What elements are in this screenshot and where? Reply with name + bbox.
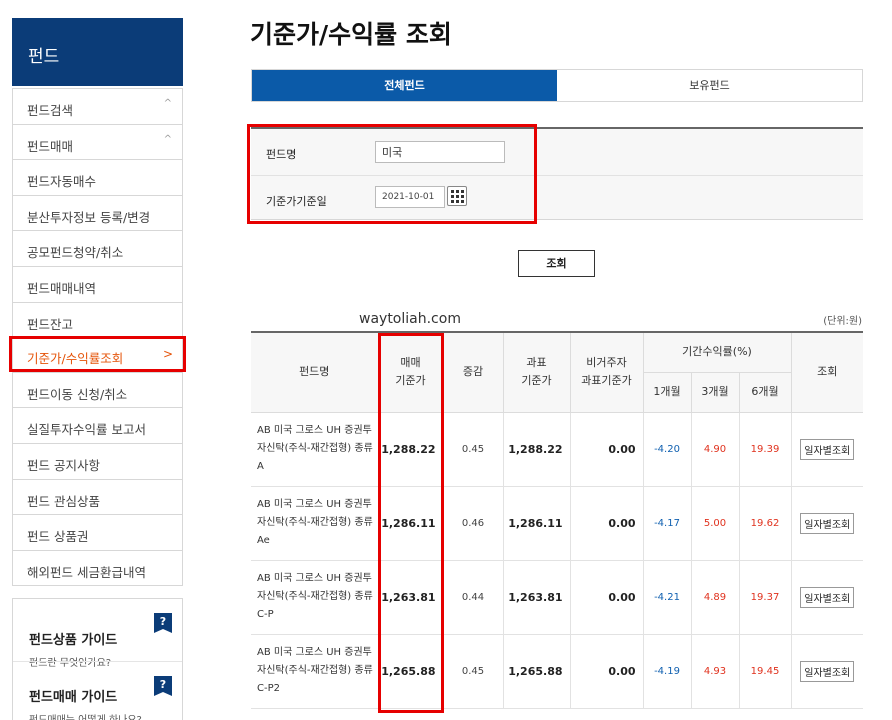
daily-lookup-button[interactable]: 일자별조회 (800, 586, 855, 608)
lookup-cell: 일자별조회 (790, 559, 863, 635)
sidebar-item-fund-search[interactable]: 펀드검색 ^ (13, 88, 182, 124)
sidebar-item-label: 펀드이동 신청/취소 (27, 386, 128, 402)
chevron-up-icon: ^ (163, 133, 172, 145)
col-header-change: 증감 (442, 331, 504, 413)
return-6m-cell: 19.39 (738, 411, 792, 487)
change-cell: 0.45 (442, 633, 504, 709)
return-6m-cell: 19.37 (738, 559, 792, 635)
change-cell: 0.46 (442, 485, 504, 561)
sidebar-item-public-subscription[interactable]: 공모펀드청약/취소 (13, 230, 182, 266)
fund-name-cell: AB 미국 그로스 UH 증권투자신탁(주식-재간접형) 종류 C-P2 (251, 633, 379, 709)
guide-fund-trade[interactable]: 펀드매매 가이드 펀드매매는 어떻게 하나요? ? (13, 661, 182, 720)
sidebar-item-trade-history[interactable]: 펀드매매내역 (13, 265, 182, 302)
nonresident-tax-price-cell: 0.00 (569, 485, 644, 561)
sidebar-item-label: 해외펀드 세금환급내역 (27, 564, 146, 580)
highlight-box-price-column (378, 333, 444, 713)
nonresident-tax-price-cell: 0.00 (569, 411, 644, 487)
tax-price-cell: 1,265.88 (502, 633, 571, 709)
change-cell: 0.45 (442, 411, 504, 487)
sidebar-item-label: 펀드자동매수 (27, 174, 97, 190)
lookup-cell: 일자별조회 (790, 485, 863, 561)
table-row: AB 미국 그로스 UH 증권투자신탁(주식-재간접형) 종류 A 1,288.… (251, 411, 863, 487)
fund-tabs: 전체펀드 보유펀드 (251, 69, 863, 102)
guide-subtitle: 펀드매매는 어떻게 하나요? (29, 711, 182, 720)
col-header-nonresident-tax-price: 비거주자 과표기준가 (569, 331, 644, 413)
return-1m-cell: -4.19 (642, 633, 692, 709)
sidebar-item-fund-trade[interactable]: 펀드매매 ^ (13, 123, 182, 160)
sidebar-item-label: 펀드잔고 (27, 316, 74, 332)
sidebar-item-fund-balance[interactable]: 펀드잔고 (13, 301, 182, 338)
daily-lookup-button[interactable]: 일자별조회 (800, 512, 855, 534)
return-1m-cell: -4.20 (642, 411, 692, 487)
tax-price-cell: 1,263.81 (502, 559, 571, 635)
col-header-6m: 6개월 (738, 371, 792, 413)
chevron-right-icon: > (162, 347, 173, 362)
return-6m-cell: 19.45 (738, 633, 792, 709)
guide-title: 펀드상품 가이드 (29, 633, 118, 648)
watermark: waytoliah.com (359, 311, 461, 327)
sidebar-item-label: 펀드 상품권 (27, 529, 89, 545)
guide-panel: 펀드상품 가이드 펀드란 무엇인가요? ? 펀드매매 가이드 펀드매매는 어떻게… (12, 598, 183, 720)
fund-table: 펀드명 매매 기준가 증감 과표 기준가 비거주자 과표기준가 기간수익률(%)… (251, 331, 863, 709)
sidebar-item-label: 실질투자수익률 보고서 (27, 422, 146, 438)
sidebar-menu: 펀드검색 ^ 펀드매매 ^ 펀드자동매수 분산투자정보 등록/변경 공모펀드청약… (9, 88, 186, 587)
chevron-up-icon: ^ (163, 98, 172, 109)
daily-lookup-button[interactable]: 일자별조회 (800, 660, 855, 682)
return-3m-cell: 4.93 (690, 633, 740, 709)
return-3m-cell: 4.90 (690, 411, 740, 487)
col-header-tax-price: 과표 기준가 (502, 331, 571, 413)
sidebar-item-label: 펀드 관심상품 (27, 493, 100, 509)
table-row: AB 미국 그로스 UH 증권투자신탁(주식-재간접형) 종류 C-P2 1,2… (251, 633, 863, 709)
col-header-period-return: 기간수익률(%) (642, 331, 792, 373)
tax-price-cell: 1,286.11 (502, 485, 571, 561)
sidebar-item-auto-buy[interactable]: 펀드자동매수 (13, 159, 182, 195)
sidebar-item-label: 펀드매매내역 (27, 280, 97, 296)
sidebar-item-label: 펀드매매 (27, 138, 74, 154)
lookup-cell: 일자별조회 (790, 411, 863, 487)
sidebar-title: 펀드 (12, 18, 183, 86)
search-button[interactable]: 조회 (518, 250, 595, 277)
sidebar-item-gift-card[interactable]: 펀드 상품권 (13, 514, 182, 550)
unit-note: (단위:원) (823, 316, 862, 327)
return-3m-cell: 5.00 (690, 485, 740, 561)
lookup-cell: 일자별조회 (790, 633, 863, 709)
sidebar-item-label: 공모펀드청약/취소 (27, 245, 124, 261)
col-header-3m: 3개월 (690, 371, 740, 413)
tax-price-cell: 1,288.22 (502, 411, 571, 487)
sidebar-item-tax-refund[interactable]: 해외펀드 세금환급내역 (13, 549, 182, 586)
table-row: AB 미국 그로스 UH 증권투자신탁(주식-재간접형) 종류 C-P 1,26… (251, 559, 863, 635)
col-header-fund-name: 펀드명 (251, 331, 379, 413)
sidebar-item-label: 기준가/수익률조회 (27, 351, 124, 367)
sidebar-item-label: 펀드 공지사항 (27, 457, 100, 473)
tab-all-funds[interactable]: 전체펀드 (252, 70, 557, 101)
sidebar-item-diversified-info[interactable]: 분산투자정보 등록/변경 (13, 194, 182, 231)
sidebar-item-nav-return[interactable]: 기준가/수익률조회 > (9, 336, 186, 372)
sidebar-item-label: 펀드검색 (27, 103, 74, 118)
nonresident-tax-price-cell: 0.00 (569, 633, 644, 709)
nonresident-tax-price-cell: 0.00 (569, 559, 644, 635)
highlight-box-form (247, 124, 537, 224)
fund-name-cell: AB 미국 그로스 UH 증권투자신탁(주식-재간접형) 종류 A (251, 411, 379, 487)
col-header-1m: 1개월 (642, 371, 692, 413)
return-3m-cell: 4.89 (690, 559, 740, 635)
sidebar: 펀드 펀드검색 ^ 펀드매매 ^ 펀드자동매수 분산투자정보 등록/변경 공모펀… (9, 18, 186, 587)
change-cell: 0.44 (442, 559, 504, 635)
return-6m-cell: 19.62 (738, 485, 792, 561)
return-1m-cell: -4.21 (642, 559, 692, 635)
sidebar-item-watchlist[interactable]: 펀드 관심상품 (13, 478, 182, 515)
col-header-lookup: 조회 (790, 331, 863, 413)
page-title: 기준가/수익률 조회 (250, 20, 452, 49)
daily-lookup-button[interactable]: 일자별조회 (800, 438, 855, 460)
table-row: AB 미국 그로스 UH 증권투자신탁(주식-재간접형) 종류 Ae 1,286… (251, 485, 863, 561)
sidebar-item-fund-transfer[interactable]: 펀드이동 신청/취소 (13, 371, 182, 408)
sidebar-item-label: 분산투자정보 등록/변경 (27, 209, 151, 225)
tab-held-funds[interactable]: 보유펀드 (557, 70, 862, 101)
fund-name-cell: AB 미국 그로스 UH 증권투자신탁(주식-재간접형) 종류 Ae (251, 485, 379, 561)
sidebar-item-real-return-report[interactable]: 실질투자수익률 보고서 (13, 407, 182, 443)
return-1m-cell: -4.17 (642, 485, 692, 561)
sidebar-item-notices[interactable]: 펀드 공지사항 (13, 442, 182, 479)
fund-name-cell: AB 미국 그로스 UH 증권투자신탁(주식-재간접형) 종류 C-P (251, 559, 379, 635)
guide-fund-product[interactable]: 펀드상품 가이드 펀드란 무엇인가요? ? (13, 599, 182, 669)
